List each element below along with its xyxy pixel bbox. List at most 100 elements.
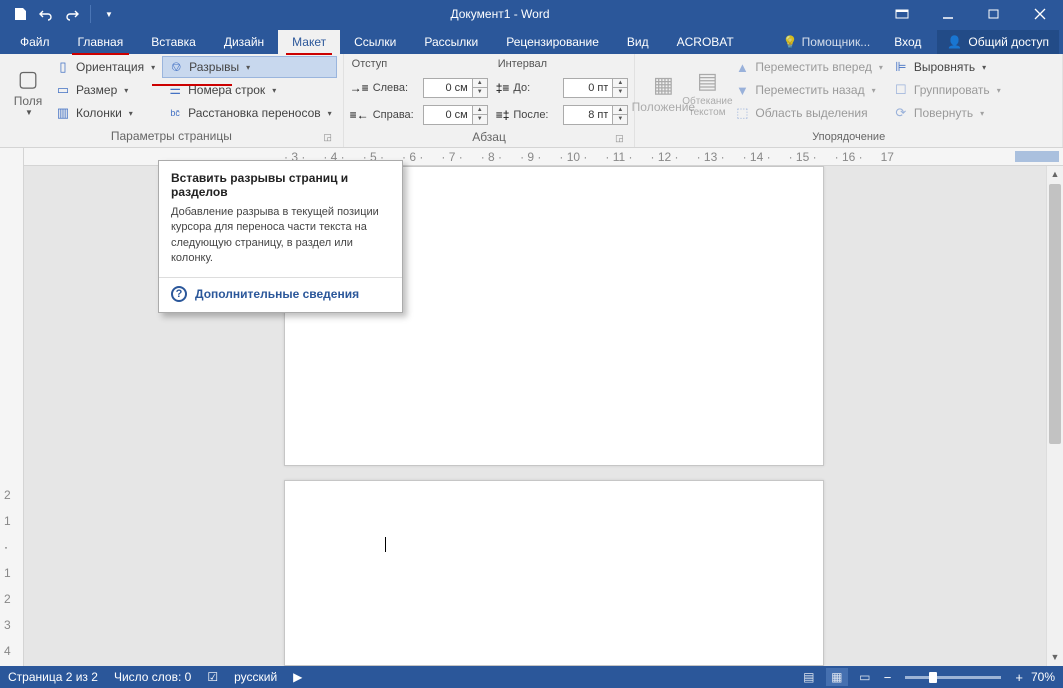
orientation-icon: ▯ <box>55 59 71 75</box>
tab-references[interactable]: Ссылки <box>340 30 410 54</box>
hyphenation-icon: bc̄ <box>167 105 183 121</box>
spacing-after-input[interactable]: ▲▼ <box>563 105 628 125</box>
tab-design[interactable]: Дизайн <box>210 30 278 54</box>
indent-right-input[interactable]: ▲▼ <box>423 105 488 125</box>
zoom-slider[interactable] <box>905 676 1001 679</box>
align-icon: ⊫ <box>893 59 909 75</box>
status-bar: Страница 2 из 2 Число слов: 0 ☑ русский … <box>0 666 1063 688</box>
page-2[interactable] <box>284 480 824 666</box>
minimize-button[interactable] <box>925 0 971 28</box>
selection-icon: ⬚ <box>734 105 750 121</box>
position-button: ▦Положение <box>641 56 685 129</box>
selection-pane-button[interactable]: ⬚Область выделения <box>729 102 888 124</box>
hyphenation-button[interactable]: bc̄Расстановка переносов▾ <box>162 102 337 124</box>
qat-customize[interactable]: ▼ <box>97 2 121 26</box>
ribbon-options-button[interactable] <box>879 0 925 28</box>
zoom-out-button[interactable]: − <box>882 670 894 685</box>
scroll-down-button[interactable]: ▼ <box>1047 649 1063 666</box>
orientation-button[interactable]: ▯Ориентация▾ <box>50 56 160 78</box>
tooltip-body: Добавление разрыва в текущей позиции кур… <box>171 205 390 267</box>
indent-left-input[interactable]: ▲▼ <box>423 78 488 98</box>
view-print-layout[interactable]: ▦ <box>826 668 848 686</box>
group-arrange: ▦Положение ▤Обтекание текстом ▲Перемести… <box>635 54 1063 147</box>
page-setup-label: Параметры страницы◲ <box>6 127 337 147</box>
scroll-thumb[interactable] <box>1049 184 1061 444</box>
tell-me-search[interactable]: 💡Помощник... <box>775 31 879 53</box>
indent-left-label: Слева: <box>373 82 419 94</box>
help-icon: ? <box>171 286 187 302</box>
scroll-up-button[interactable]: ▲ <box>1047 166 1063 183</box>
tab-review[interactable]: Рецензирование <box>492 30 613 54</box>
tooltip-title: Вставить разрывы страниц и разделов <box>171 171 390 199</box>
rotate-button: ⟳Повернуть▾ <box>888 102 1006 124</box>
page-setup-dialog-launcher[interactable]: ◲ <box>321 130 335 144</box>
margins-button[interactable]: ▢ Поля▼ <box>6 56 50 127</box>
send-backward-button: ▼Переместить назад▾ <box>729 79 888 101</box>
size-icon: ▭ <box>55 82 71 98</box>
maximize-button[interactable] <box>971 0 1017 28</box>
tab-acrobat[interactable]: ACROBAT <box>663 30 748 54</box>
spacing-after-label: После: <box>513 109 559 121</box>
spacing-after-icon: ≡‡ <box>496 108 510 122</box>
tab-insert[interactable]: Вставка <box>137 30 210 54</box>
rotate-icon: ⟳ <box>893 105 909 121</box>
window-controls <box>879 0 1063 28</box>
spacing-header: Интервал <box>496 56 629 74</box>
arrange-label: Упорядочение <box>641 129 1056 147</box>
tab-layout[interactable]: Макет <box>278 30 340 54</box>
margins-icon: ▢ <box>18 66 39 92</box>
share-button[interactable]: 👤Общий доступ <box>937 30 1059 54</box>
title-bar: ▼ Документ1 - Word <box>0 0 1063 28</box>
tab-file[interactable]: Файл <box>6 30 64 54</box>
group-page-setup: ▢ Поля▼ ▯Ориентация▾ ▭Размер▾ ▥Колонки▾ … <box>0 54 344 147</box>
status-macro-icon[interactable]: ▶ <box>293 670 302 684</box>
group-icon: ☐ <box>893 82 909 98</box>
spacing-before-icon: ‡≡ <box>496 81 510 95</box>
status-page[interactable]: Страница 2 из 2 <box>8 670 98 684</box>
view-web-layout[interactable]: ▭ <box>854 668 876 686</box>
paragraph-dialog-launcher[interactable]: ◲ <box>612 131 626 145</box>
view-read-mode[interactable]: ▤ <box>798 668 820 686</box>
save-button[interactable] <box>8 2 32 26</box>
wrap-icon: ▤ <box>697 68 718 94</box>
bring-forward-button: ▲Переместить вперед▾ <box>729 56 888 78</box>
window-title: Документ1 - Word <box>121 7 879 21</box>
wrap-text-button: ▤Обтекание текстом <box>685 56 729 129</box>
status-proofing-icon[interactable]: ☑ <box>207 670 218 684</box>
status-word-count[interactable]: Число слов: 0 <box>114 670 191 684</box>
indent-right-icon: ≡← <box>350 108 369 122</box>
zoom-level[interactable]: 70% <box>1031 670 1055 684</box>
bulb-icon: 💡 <box>783 35 798 49</box>
ribbon-tabs: Файл Главная Вставка Дизайн Макет Ссылки… <box>0 28 1063 54</box>
vertical-scrollbar[interactable]: ▲ ▼ <box>1046 166 1063 666</box>
tab-mailings[interactable]: Рассылки <box>410 30 492 54</box>
columns-button[interactable]: ▥Колонки▾ <box>50 102 160 124</box>
indent-right-label: Справа: <box>373 109 419 121</box>
ribbon: ▢ Поля▼ ▯Ориентация▾ ▭Размер▾ ▥Колонки▾ … <box>0 54 1063 148</box>
tab-view[interactable]: Вид <box>613 30 663 54</box>
quick-access-toolbar: ▼ <box>0 2 121 26</box>
breaks-button[interactable]: ⎊Разрывы▾ <box>162 56 337 78</box>
size-button[interactable]: ▭Размер▾ <box>50 79 160 101</box>
group-paragraph: Отступ →≡ Слева: ▲▼ ≡← Справа: ▲▼ Интерв… <box>344 54 636 147</box>
person-icon: 👤 <box>947 35 962 49</box>
text-cursor <box>385 537 386 552</box>
breaks-icon: ⎊ <box>168 59 184 75</box>
breaks-highlight <box>152 84 232 86</box>
tab-home[interactable]: Главная <box>64 30 138 54</box>
vertical-ruler[interactable]: 21·1234 <box>0 148 24 666</box>
line-numbers-button[interactable]: ☰Номера строк▾ <box>162 79 337 101</box>
columns-icon: ▥ <box>55 105 71 121</box>
undo-button[interactable] <box>34 2 58 26</box>
spacing-before-input[interactable]: ▲▼ <box>563 78 628 98</box>
close-button[interactable] <box>1017 0 1063 28</box>
indent-header: Отступ <box>350 56 488 74</box>
tooltip-more-link[interactable]: ? Дополнительные сведения <box>171 286 390 302</box>
indent-left-icon: →≡ <box>350 81 369 95</box>
zoom-in-button[interactable]: + <box>1013 670 1025 685</box>
login-button[interactable]: Вход <box>882 30 933 54</box>
align-button[interactable]: ⊫Выровнять▾ <box>888 56 1006 78</box>
status-language[interactable]: русский <box>234 670 277 684</box>
backward-icon: ▼ <box>734 82 750 98</box>
redo-button[interactable] <box>60 2 84 26</box>
